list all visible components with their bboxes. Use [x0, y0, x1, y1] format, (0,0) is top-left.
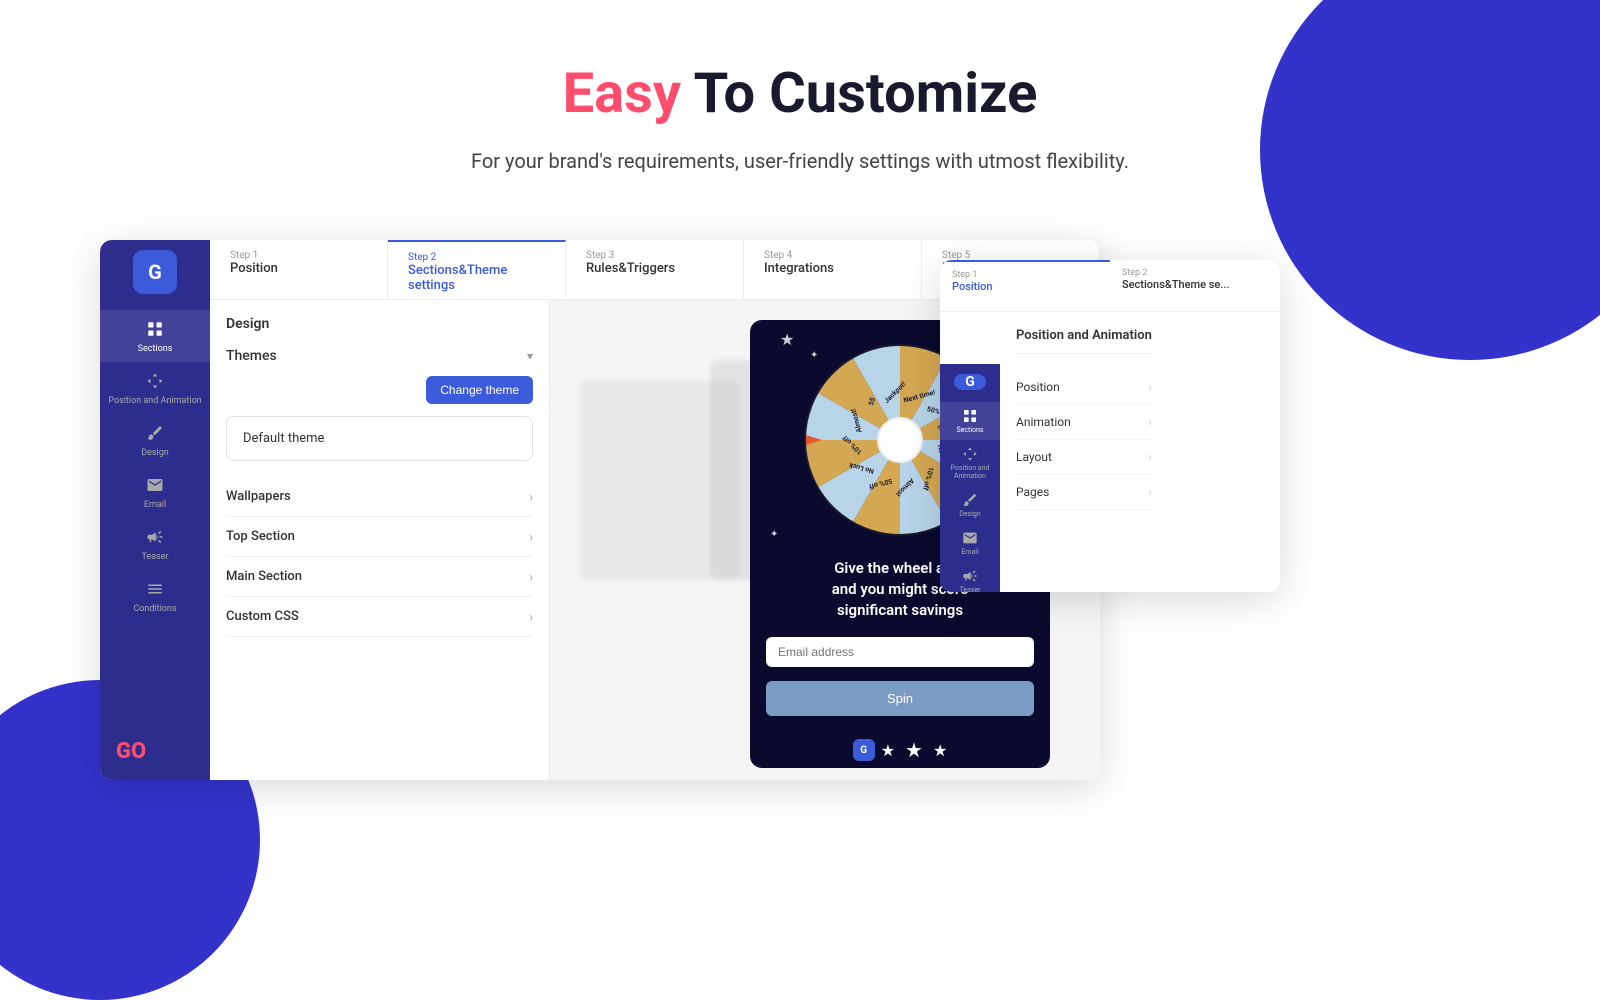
- step-4[interactable]: Step 4 Integrations: [744, 240, 922, 299]
- rp-step-2-number: Step 2: [1122, 268, 1268, 278]
- custom-css-chevron: ›: [529, 610, 533, 624]
- themes-chevron: ▾: [527, 349, 533, 363]
- sidebar-item-conditions[interactable]: Conditions: [100, 570, 210, 622]
- wallpapers-chevron: ›: [529, 490, 533, 504]
- design-panel: Design Themes ▾ Change theme Default the…: [210, 300, 550, 780]
- top-section-chevron: ›: [529, 530, 533, 544]
- design-icon: [144, 422, 166, 444]
- section-main[interactable]: Main Section ›: [226, 557, 533, 597]
- rp-sidebar-teaser[interactable]: Teaser: [940, 562, 1000, 592]
- header-section: Easy To Customize For your brand's requi…: [0, 0, 1600, 176]
- title-easy: Easy: [563, 60, 681, 126]
- rp-row-layout[interactable]: Layout ›: [1016, 440, 1152, 475]
- sidebar-label-teaser: Teaser: [141, 552, 168, 562]
- change-theme-button[interactable]: Change theme: [426, 376, 533, 404]
- rp-teaser-label: Teaser: [959, 586, 980, 592]
- conditions-icon: [144, 578, 166, 600]
- rp-section-title: Position and Animation: [1016, 328, 1152, 354]
- sidebar-item-design[interactable]: Design: [100, 414, 210, 466]
- rp-row-pages[interactable]: Pages ›: [1016, 475, 1152, 510]
- rp-sidebar-email[interactable]: Email: [940, 524, 1000, 562]
- themes-label: Themes: [226, 348, 277, 364]
- wheel-popup-email-input[interactable]: [766, 637, 1034, 667]
- default-theme-card: Default theme: [226, 416, 533, 461]
- default-theme-label: Default theme: [243, 431, 324, 446]
- main-section-label: Main Section: [226, 569, 302, 584]
- wheel-popup-spin-button[interactable]: Spin: [766, 681, 1034, 716]
- sidebar-label-design: Design: [141, 448, 169, 458]
- main-section-chevron: ›: [529, 570, 533, 584]
- step-4-number: Step 4: [764, 250, 901, 261]
- header-title: Easy To Customize: [0, 60, 1600, 126]
- section-top[interactable]: Top Section ›: [226, 517, 533, 557]
- sidebar-label-position: Position and Animation: [108, 396, 201, 406]
- rp-step-1-number: Step 1: [952, 270, 1098, 280]
- move-icon: [144, 370, 166, 392]
- wheel-popup-logo: G: [853, 739, 875, 761]
- sidebar-label-email: Email: [144, 500, 166, 510]
- wheel-popup-footer: G ★ ★ ★: [750, 732, 1050, 768]
- rp-sidebar-design[interactable]: Design: [940, 486, 1000, 524]
- step-2-number: Step 2: [408, 252, 545, 263]
- custom-css-label: Custom CSS: [226, 609, 299, 624]
- sidebar-label-conditions: Conditions: [133, 604, 176, 614]
- sidebar-item-email[interactable]: Email: [100, 466, 210, 518]
- sidebar-item-sections[interactable]: Sections: [100, 310, 210, 362]
- rp-animation-chevron: ›: [1148, 415, 1152, 429]
- design-panel-title: Design: [226, 316, 533, 332]
- rp-pages-chevron: ›: [1148, 485, 1152, 499]
- section-css[interactable]: Custom CSS ›: [226, 597, 533, 637]
- rp-design-label: Design: [959, 510, 980, 518]
- sidebar-item-teaser[interactable]: Teaser: [100, 518, 210, 570]
- step-2-label: Sections&Theme settings: [408, 263, 545, 293]
- rp-position-label: Position and Animation: [940, 464, 1000, 480]
- title-customize: Customize: [769, 60, 1037, 126]
- rp-layout-row-label: Layout: [1016, 450, 1052, 464]
- sidebar-item-position[interactable]: Position and Animation: [100, 362, 210, 414]
- themes-header: Themes ▾: [226, 348, 533, 364]
- step-1[interactable]: Step 1 Position: [210, 240, 388, 299]
- grid-icon: [144, 318, 166, 340]
- rp-pages-row-label: Pages: [1016, 485, 1049, 499]
- title-to-word: To: [694, 60, 756, 126]
- header-subtitle: For your brand's requirements, user-frie…: [450, 146, 1150, 176]
- top-section-label: Top Section: [226, 529, 295, 544]
- rp-row-position[interactable]: Position ›: [1016, 370, 1152, 405]
- left-sidebar: G Sections Position and Animation Design…: [100, 240, 210, 780]
- rp-position-chevron: ›: [1148, 380, 1152, 394]
- step-4-label: Integrations: [764, 261, 901, 276]
- rp-animation-row-label: Animation: [1016, 415, 1071, 429]
- rp-sections-label: Sections: [957, 426, 984, 434]
- sidebar-logo: G: [133, 250, 177, 294]
- rp-step-2-label: Sections&Theme se...: [1122, 278, 1268, 291]
- rp-sidebar: G Sections Position and Animation Design…: [940, 364, 1000, 592]
- step-2[interactable]: Step 2 Sections&Theme settings: [388, 240, 566, 299]
- rp-body: G Sections Position and Animation Design…: [940, 312, 1280, 592]
- right-panel-steps: Step 1 Position Step 2 Sections&Theme se…: [940, 260, 1280, 312]
- sidebar-label-sections: Sections: [138, 344, 173, 354]
- step-3[interactable]: Step 3 Rules&Triggers: [566, 240, 744, 299]
- step-3-number: Step 3: [586, 250, 723, 261]
- right-panel-content: Position and Animation Position › Animat…: [1000, 312, 1168, 592]
- sidebar-bottom-logo: GO: [116, 739, 146, 764]
- teaser-icon: [144, 526, 166, 548]
- right-panel: Step 1 Position Step 2 Sections&Theme se…: [940, 260, 1280, 592]
- section-wallpapers[interactable]: Wallpapers ›: [226, 477, 533, 517]
- rp-sidebar-sections[interactable]: Sections: [940, 402, 1000, 440]
- rp-step-1[interactable]: Step 1 Position: [940, 260, 1110, 311]
- rp-sidebar-position[interactable]: Position and Animation: [940, 440, 1000, 486]
- rp-step-2[interactable]: Step 2 Sections&Theme se...: [1110, 260, 1280, 311]
- step-1-label: Position: [230, 261, 367, 276]
- rp-layout-chevron: ›: [1148, 450, 1152, 464]
- wallpapers-label: Wallpapers: [226, 489, 291, 504]
- step-1-number: Step 1: [230, 250, 367, 261]
- rp-position-row-label: Position: [1016, 380, 1060, 394]
- rp-email-label: Email: [961, 548, 978, 556]
- rp-step-1-label: Position: [952, 280, 1098, 293]
- rp-row-animation[interactable]: Animation ›: [1016, 405, 1152, 440]
- step-3-label: Rules&Triggers: [586, 261, 723, 276]
- mail-icon: [144, 474, 166, 496]
- rp-sidebar-logo: G: [954, 374, 986, 390]
